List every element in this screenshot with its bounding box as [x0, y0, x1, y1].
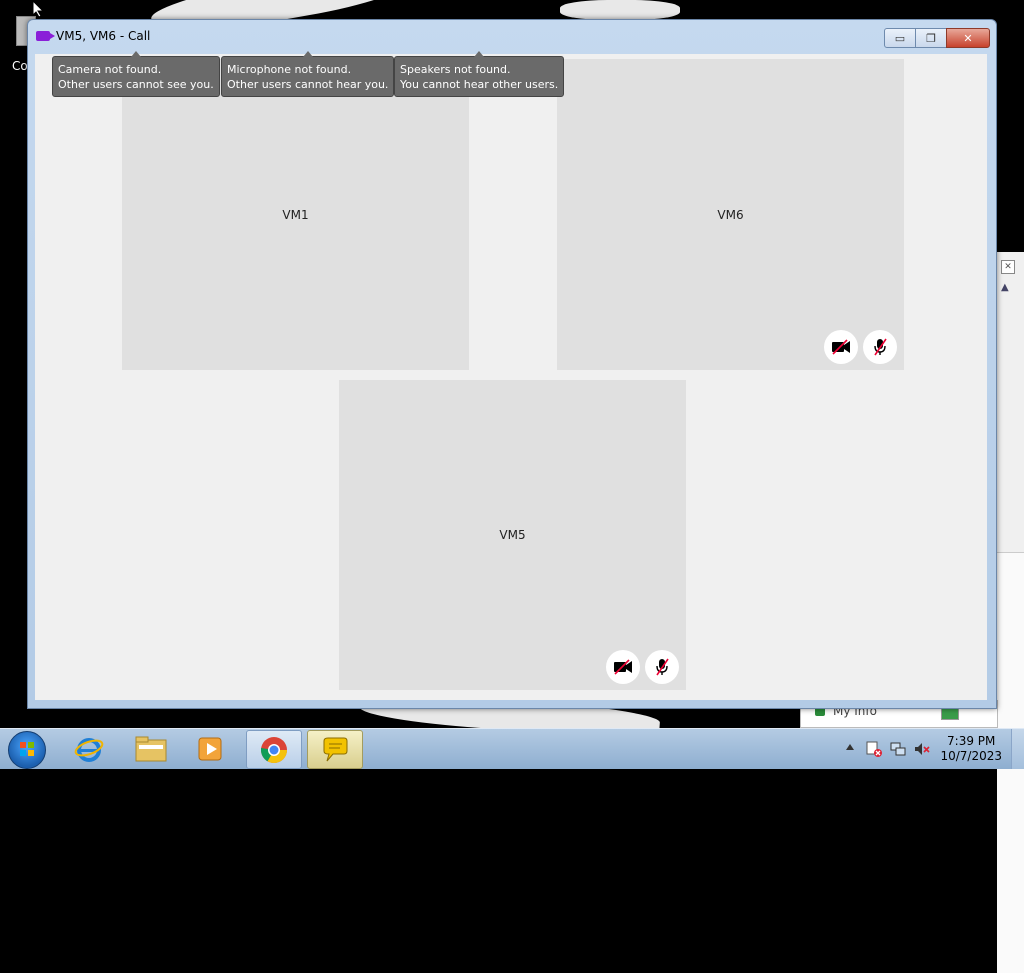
- clock-date: 10/7/2023: [940, 749, 1002, 763]
- notice-line: Camera not found.: [58, 63, 162, 76]
- media-player-icon: [198, 737, 222, 760]
- close-button[interactable]: ✕: [946, 28, 990, 48]
- minimize-button[interactable]: ▭: [884, 28, 916, 48]
- windows-logo-icon: [20, 742, 34, 756]
- maximize-button[interactable]: ❐: [915, 28, 947, 48]
- start-button[interactable]: [8, 731, 46, 769]
- title-bar[interactable]: VM5, VM6 - Call ▭ ❐ ✕: [28, 20, 996, 54]
- window-controls: ▭ ❐ ✕: [884, 28, 990, 48]
- notice-line: Other users cannot hear you.: [227, 78, 389, 91]
- notice-line: Speakers not found.: [400, 63, 511, 76]
- call-area: VM1 VM6 VM5 Camera not found. Other user…: [35, 51, 987, 700]
- close-icon: ✕: [963, 31, 973, 45]
- call-window: VM5, VM6 - Call ▭ ❐ ✕ VM1 VM6 VM5 Camera…: [27, 19, 997, 709]
- internet-explorer-icon: [74, 737, 104, 762]
- taskbar-messenger[interactable]: [307, 730, 363, 769]
- maximize-icon: ❐: [926, 31, 936, 45]
- notice-line: You cannot hear other users.: [400, 78, 559, 91]
- taskbar-file-explorer[interactable]: [124, 730, 178, 767]
- participant-name: VM1: [282, 207, 309, 222]
- camera-off-icon[interactable]: [824, 330, 858, 364]
- action-center-warning-icon[interactable]: [866, 741, 882, 757]
- system-clock[interactable]: 7:39 PM 10/7/2023: [940, 734, 1002, 764]
- minimize-icon: ▭: [894, 31, 906, 45]
- folder-icon: [135, 736, 167, 761]
- show-desktop-button[interactable]: [1011, 729, 1024, 769]
- speakers-not-found-notice: Speakers not found. You cannot hear othe…: [394, 51, 565, 97]
- camera-off-icon[interactable]: [606, 650, 640, 684]
- mouse-cursor-icon: [32, 0, 44, 18]
- chrome-icon: [260, 736, 288, 763]
- taskbar-media-player[interactable]: [184, 730, 238, 767]
- participant-tile-vm6[interactable]: VM6: [557, 59, 904, 370]
- network-icon[interactable]: [890, 741, 906, 757]
- taskbar-chrome[interactable]: [246, 730, 302, 769]
- microphone-not-found-notice: Microphone not found. Other users cannot…: [221, 51, 395, 97]
- microphone-off-icon[interactable]: [863, 330, 897, 364]
- participant-name: VM5: [499, 528, 526, 542]
- show-hidden-icons[interactable]: [846, 744, 854, 750]
- participant-tile-vm1[interactable]: VM1: [122, 59, 469, 370]
- chat-bubble-icon: [323, 737, 348, 761]
- notice-line: Other users cannot see you.: [58, 78, 214, 91]
- participant-name: VM6: [717, 207, 744, 222]
- close-icon[interactable]: ✕: [1001, 260, 1015, 274]
- video-call-icon: [36, 31, 55, 41]
- chevron-up-icon[interactable]: ▲: [1001, 282, 1015, 296]
- camera-not-found-notice: Camera not found. Other users cannot see…: [52, 51, 220, 97]
- background-window: ✕ ▲: [996, 252, 1024, 973]
- taskbar-internet-explorer[interactable]: [62, 730, 116, 767]
- notice-line: Microphone not found.: [227, 63, 352, 76]
- window-title: VM5, VM6 - Call: [56, 29, 151, 43]
- wallpaper-shape: [560, 0, 680, 20]
- desktop-icon-label[interactable]: Co: [12, 59, 28, 73]
- participant-tile-vm5[interactable]: VM5: [339, 380, 686, 690]
- microphone-off-icon[interactable]: [645, 650, 679, 684]
- taskbar: 7:39 PM 10/7/2023: [0, 728, 1024, 769]
- volume-muted-icon[interactable]: [914, 741, 930, 757]
- clock-time: 7:39 PM: [947, 734, 996, 748]
